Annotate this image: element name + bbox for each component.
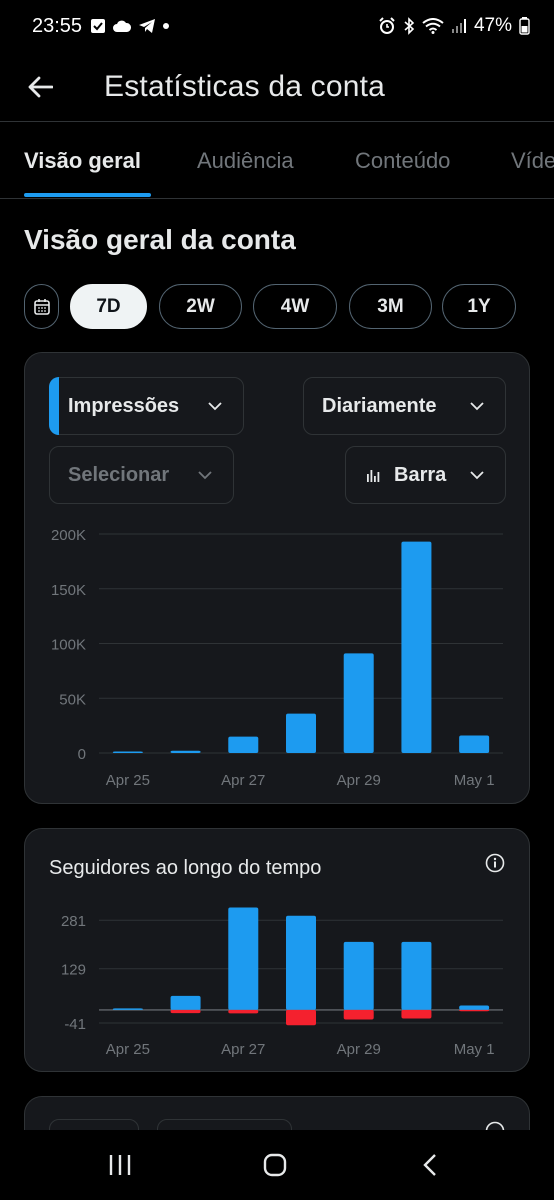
y-tick-label: 150K xyxy=(51,582,86,599)
wifi-icon xyxy=(422,18,444,34)
gain-bar-apr-30 xyxy=(401,941,432,1010)
bar-apr-27 xyxy=(228,736,259,753)
tab-videos[interactable]: Víde xyxy=(511,122,554,198)
range-1y-button[interactable]: 1Y xyxy=(442,284,516,329)
y-tick-label: 200K xyxy=(51,527,86,544)
battery-percent: 47% xyxy=(473,15,512,36)
y-tick-label: 100K xyxy=(51,637,86,654)
back-button[interactable] xyxy=(0,52,80,122)
alarm-icon xyxy=(378,17,396,35)
bar-apr-25 xyxy=(112,751,143,753)
gain-bar-apr-26 xyxy=(170,995,201,1010)
loss-bar-apr-27 xyxy=(228,1009,259,1014)
back-nav-button[interactable] xyxy=(400,1144,460,1186)
x-tick-label: Apr 27 xyxy=(221,1041,265,1058)
x-tick-label: May 1 xyxy=(454,772,495,789)
gain-bar-may-1 xyxy=(459,1005,490,1010)
bar-apr-30 xyxy=(401,541,432,753)
gain-bar-apr-29 xyxy=(343,941,374,1010)
range-7d-button[interactable]: 7D xyxy=(70,284,147,329)
gain-bar-apr-28 xyxy=(286,915,316,1010)
status-bar: 23:55 47% xyxy=(0,0,554,52)
section-title: Visão geral da conta xyxy=(24,224,296,255)
loss-bar-apr-30 xyxy=(401,1009,432,1019)
active-tab-indicator xyxy=(24,193,151,197)
recent-apps-icon xyxy=(109,1155,131,1175)
range-3m-button[interactable]: 3M xyxy=(349,284,432,329)
home-button[interactable] xyxy=(245,1144,305,1186)
x-tick-label: Apr 29 xyxy=(337,1041,381,1058)
date-range-selector: 7D 2W 4W 3M 1Y xyxy=(24,284,544,330)
y-tick-label: 281 xyxy=(61,913,86,930)
bluetooth-icon xyxy=(403,17,415,35)
calendar-icon xyxy=(33,298,50,315)
system-nav-bar xyxy=(0,1130,554,1200)
x-tick-label: May 1 xyxy=(454,1041,495,1058)
battery-icon xyxy=(519,17,530,35)
x-tick-label: Apr 25 xyxy=(106,1041,150,1058)
y-tick-label: 129 xyxy=(61,962,86,979)
chevron-left-icon xyxy=(423,1154,436,1176)
dot-icon xyxy=(162,22,170,30)
tab-overview[interactable]: Visão geral xyxy=(24,122,141,198)
y-tick-label: -41 xyxy=(64,1016,86,1033)
impressions-chart: 200K 150K 100K 50K 0 Apr 25 Apr 27 Apr 29 May 1 xyxy=(51,527,503,789)
bar-apr-29 xyxy=(343,653,374,753)
gain-bar-apr-25 xyxy=(112,1008,143,1010)
loss-bar-may-1 xyxy=(459,1009,490,1012)
x-tick-label: Apr 25 xyxy=(106,772,150,789)
x-tick-label: Apr 29 xyxy=(337,772,381,789)
y-tick-label: 50K xyxy=(59,691,86,708)
range-2w-button[interactable]: 2W xyxy=(159,284,242,329)
status-time: 23:55 xyxy=(32,14,83,37)
signal-icon xyxy=(451,18,467,34)
tab-bar: Visão geral Audiência Conteúdo Víde xyxy=(0,122,554,199)
tab-audience[interactable]: Audiência xyxy=(197,122,294,198)
followers-chart: 281 129 -41 Apr 25 Apr 27 Apr 29 May 1 xyxy=(61,907,503,1058)
y-tick-label: 0 xyxy=(78,746,86,763)
tab-content[interactable]: Conteúdo xyxy=(355,122,450,198)
recent-apps-button[interactable] xyxy=(90,1144,150,1186)
app-header: Estatísticas da conta xyxy=(0,52,554,122)
telegram-icon xyxy=(138,18,156,34)
home-icon xyxy=(263,1153,287,1177)
x-tick-label: Apr 27 xyxy=(221,772,265,789)
loss-bar-apr-29 xyxy=(343,1009,374,1020)
bar-apr-26 xyxy=(170,750,201,753)
followers-card: Seguidores ao longo do tempo 281 129 -41 Ap… xyxy=(24,828,530,1072)
impressions-card: Impressões Diariamente Selecionar Barra … xyxy=(24,352,530,804)
cloud-icon xyxy=(112,19,132,33)
bar-apr-28 xyxy=(286,713,316,753)
arrow-left-icon xyxy=(28,76,53,97)
calendar-button[interactable] xyxy=(24,284,59,329)
loss-bar-apr-26 xyxy=(170,1009,201,1014)
check-box-icon xyxy=(90,18,106,34)
loss-bar-apr-28 xyxy=(286,1009,316,1026)
page-title: Estatísticas da conta xyxy=(104,69,386,103)
bar-may-1 xyxy=(459,735,490,753)
range-4w-button[interactable]: 4W xyxy=(253,284,337,329)
gain-bar-apr-27 xyxy=(228,907,259,1010)
